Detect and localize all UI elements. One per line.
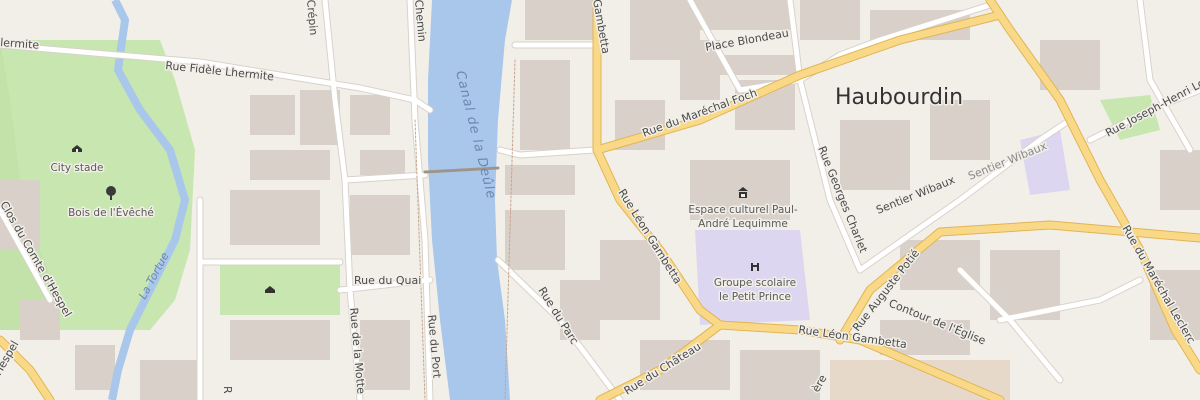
poi-label-espace-2: André Lequimme bbox=[698, 218, 788, 230]
street-label-fidele-partial: lermite bbox=[0, 36, 40, 52]
poi-label-bois: Bois de l'Évêché bbox=[68, 206, 154, 219]
street-label-bottom-r: R bbox=[221, 386, 234, 394]
map-view[interactable]: Haubourdin Canal de la Deûle La Tortue R… bbox=[0, 0, 1200, 400]
poi-label-espace-1: Espace culturel Paul- bbox=[688, 204, 798, 216]
poi-label-city-stade: City stade bbox=[50, 162, 103, 174]
street-label-quai: Rue du Quai bbox=[354, 274, 421, 287]
map-canvas[interactable]: Haubourdin Canal de la Deûle La Tortue R… bbox=[0, 0, 1200, 400]
poi-label-groupe-2: le Petit Prince bbox=[719, 291, 791, 303]
city-label: Haubourdin bbox=[835, 85, 963, 110]
poi-label-groupe-1: Groupe scolaire bbox=[714, 277, 796, 289]
